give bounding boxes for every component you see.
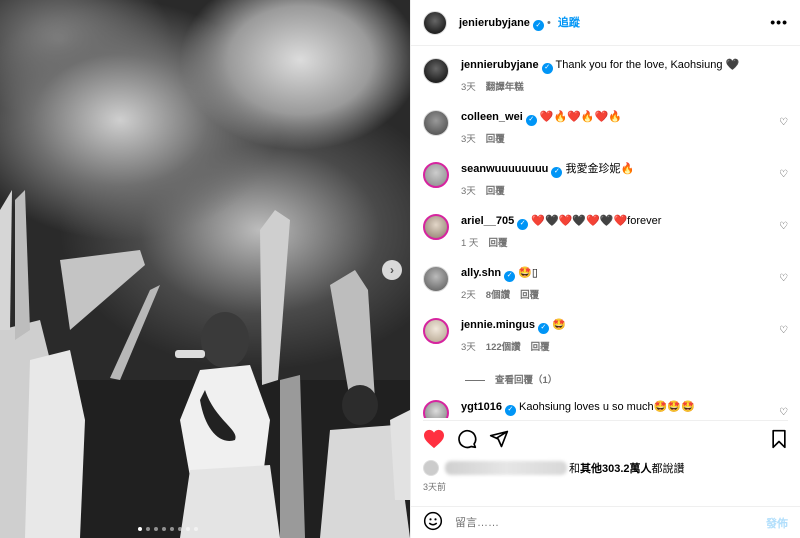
comment-username[interactable]: ariel__705 <box>461 215 514 227</box>
like-comment-heart-icon[interactable]: ♡ <box>779 117 788 128</box>
reply-button[interactable]: 回覆 <box>488 238 507 249</box>
verified-badge-icon: ✓ <box>517 218 529 230</box>
carousel-dot <box>162 527 166 531</box>
author-avatar[interactable] <box>423 58 449 84</box>
comment-time: 3天 <box>461 341 476 353</box>
post-time: 3天前 <box>423 482 447 492</box>
translate-link[interactable]: 翻譯年糕 <box>486 82 524 93</box>
verified-badge-icon: ✓ <box>532 19 544 31</box>
verified-badge-icon: ✓ <box>537 322 549 334</box>
post-header: jenierubyjane ✓ • 追蹤 ••• <box>411 0 800 46</box>
caption-username[interactable]: jennierubyjane <box>461 59 539 71</box>
author-username[interactable]: jenierubyjane <box>459 17 530 29</box>
chevron-right-icon: › <box>390 263 394 277</box>
caption-row: jennierubyjane ✓ Thank you for the love, … <box>423 58 788 93</box>
comment-input[interactable] <box>455 516 766 529</box>
bookmark-icon[interactable] <box>770 429 788 449</box>
comment-row: ally.shn ✓ 🤩▯ 2天 8個讚 回覆 ♡ <box>423 266 788 301</box>
verified-badge-icon: ✓ <box>541 62 553 74</box>
commenter-avatar[interactable] <box>423 266 449 292</box>
like-comment-heart-icon[interactable]: ♡ <box>779 221 788 232</box>
comment-text: ❤️🔥❤️🔥❤️🔥 <box>539 111 623 123</box>
liker-avatar <box>423 460 439 476</box>
like-comment-heart-icon[interactable]: ♡ <box>779 407 788 418</box>
follow-button[interactable]: 追蹤 <box>558 17 580 29</box>
comment-time: 3天 <box>461 133 476 145</box>
reply-button[interactable]: 回覆 <box>531 342 550 353</box>
carousel-dot <box>194 527 198 531</box>
like-comment-heart-icon[interactable]: ♡ <box>779 169 788 180</box>
comment-row: seanwuuuuuuuu ✓ 我愛金珍妮🔥 3天 回覆 ♡ <box>423 162 788 197</box>
comment-username[interactable]: ygt1016 <box>461 401 502 413</box>
like-comment-heart-icon[interactable]: ♡ <box>779 273 788 284</box>
view-replies-button[interactable]: 查看回覆（1） <box>465 372 557 386</box>
likes-summary[interactable]: 和其他303.2萬人 都說讚 <box>423 460 685 476</box>
post-comment-button[interactable]: 發佈 <box>766 515 788 531</box>
verified-badge-icon: ✓ <box>551 166 563 178</box>
like-comment-heart-icon[interactable]: ♡ <box>779 325 788 336</box>
comments-list[interactable]: jennierubyjane ✓ Thank you for the love, … <box>411 46 800 418</box>
caption-text: Thank you for the love, Kaohsiung 🖤 <box>555 59 740 71</box>
carousel-dot <box>154 527 158 531</box>
comment-row: ygt1016 ✓ Kaohsiung loves u so much🤩🤩🤩 ♡ <box>423 400 788 418</box>
comment-username[interactable]: seanwuuuuuuuu <box>461 163 548 175</box>
comment-row: colleen_wei ✓ ❤️🔥❤️🔥❤️🔥 3天 回覆 ♡ <box>423 110 788 145</box>
reply-button[interactable]: 回覆 <box>486 186 505 197</box>
carousel-dot-active <box>138 527 142 531</box>
caption-time: 3天 <box>461 81 476 93</box>
comment-time: 3天 <box>461 185 476 197</box>
likes-prefix: 和 <box>569 463 580 475</box>
comment-like-count[interactable]: 122個讚 <box>486 342 521 353</box>
carousel-dots <box>138 527 198 531</box>
verified-badge-icon: ✓ <box>504 404 516 416</box>
commenter-avatar[interactable] <box>423 110 449 136</box>
concert-photo-illustration <box>0 190 410 538</box>
carousel-dot <box>146 527 150 531</box>
verified-badge-icon: ✓ <box>525 114 537 126</box>
commenter-avatar[interactable] <box>423 318 449 344</box>
likes-suffix: 都說讚 <box>651 463 685 475</box>
commenter-avatar[interactable] <box>423 162 449 188</box>
carousel-dot <box>178 527 182 531</box>
comment-time: 1 天 <box>461 237 479 249</box>
more-options-icon[interactable]: ••• <box>770 14 788 30</box>
reply-button[interactable]: 回覆 <box>520 290 539 301</box>
next-photo-button[interactable]: › <box>382 260 402 280</box>
carousel-dot <box>170 527 174 531</box>
comment-text: 🤩▯ <box>518 267 538 279</box>
reply-button[interactable]: 回覆 <box>486 134 505 145</box>
comment-username[interactable]: colleen_wei <box>461 111 523 123</box>
author-avatar[interactable] <box>423 10 447 35</box>
commenter-avatar[interactable] <box>423 214 449 240</box>
comment-text: Kaohsiung loves u so much🤩🤩🤩 <box>519 401 695 413</box>
carousel-dot <box>186 527 190 531</box>
comment-composer: 發佈 <box>411 506 800 538</box>
comment-row: jennie.mingus ✓ 🤩 3天 122個讚 回覆 ♡ <box>423 318 788 353</box>
comment-username[interactable]: jennie.mingus <box>461 319 535 331</box>
emoji-icon[interactable] <box>423 511 443 534</box>
comment-time: 2天 <box>461 289 476 301</box>
post-actions <box>423 420 788 456</box>
post-photo[interactable]: › <box>0 0 410 538</box>
commenter-avatar[interactable] <box>423 400 449 418</box>
comment-text: 🤩 <box>552 319 566 331</box>
verified-badge-icon: ✓ <box>504 270 516 282</box>
comment-text: 我愛金珍妮🔥 <box>565 163 635 175</box>
comment-like-count[interactable]: 8個讚 <box>486 290 510 301</box>
likes-count[interactable]: 其他303.2萬人 <box>580 460 652 476</box>
like-heart-icon[interactable] <box>423 429 445 449</box>
comment-row: ariel__705 ✓ ❤️🖤❤️🖤❤️🖤❤️forever 1 天回覆 ♡ <box>423 214 788 249</box>
post-side-panel: jenierubyjane ✓ • 追蹤 ••• jennierubyjane ✓ … <box>410 0 800 538</box>
comment-username[interactable]: ally.shn <box>461 267 501 279</box>
comment-icon[interactable] <box>457 429 477 449</box>
blurred-liker-names <box>445 461 567 475</box>
share-icon[interactable] <box>489 429 509 449</box>
comment-text: ❤️🖤❤️🖤❤️🖤❤️forever <box>531 215 662 227</box>
